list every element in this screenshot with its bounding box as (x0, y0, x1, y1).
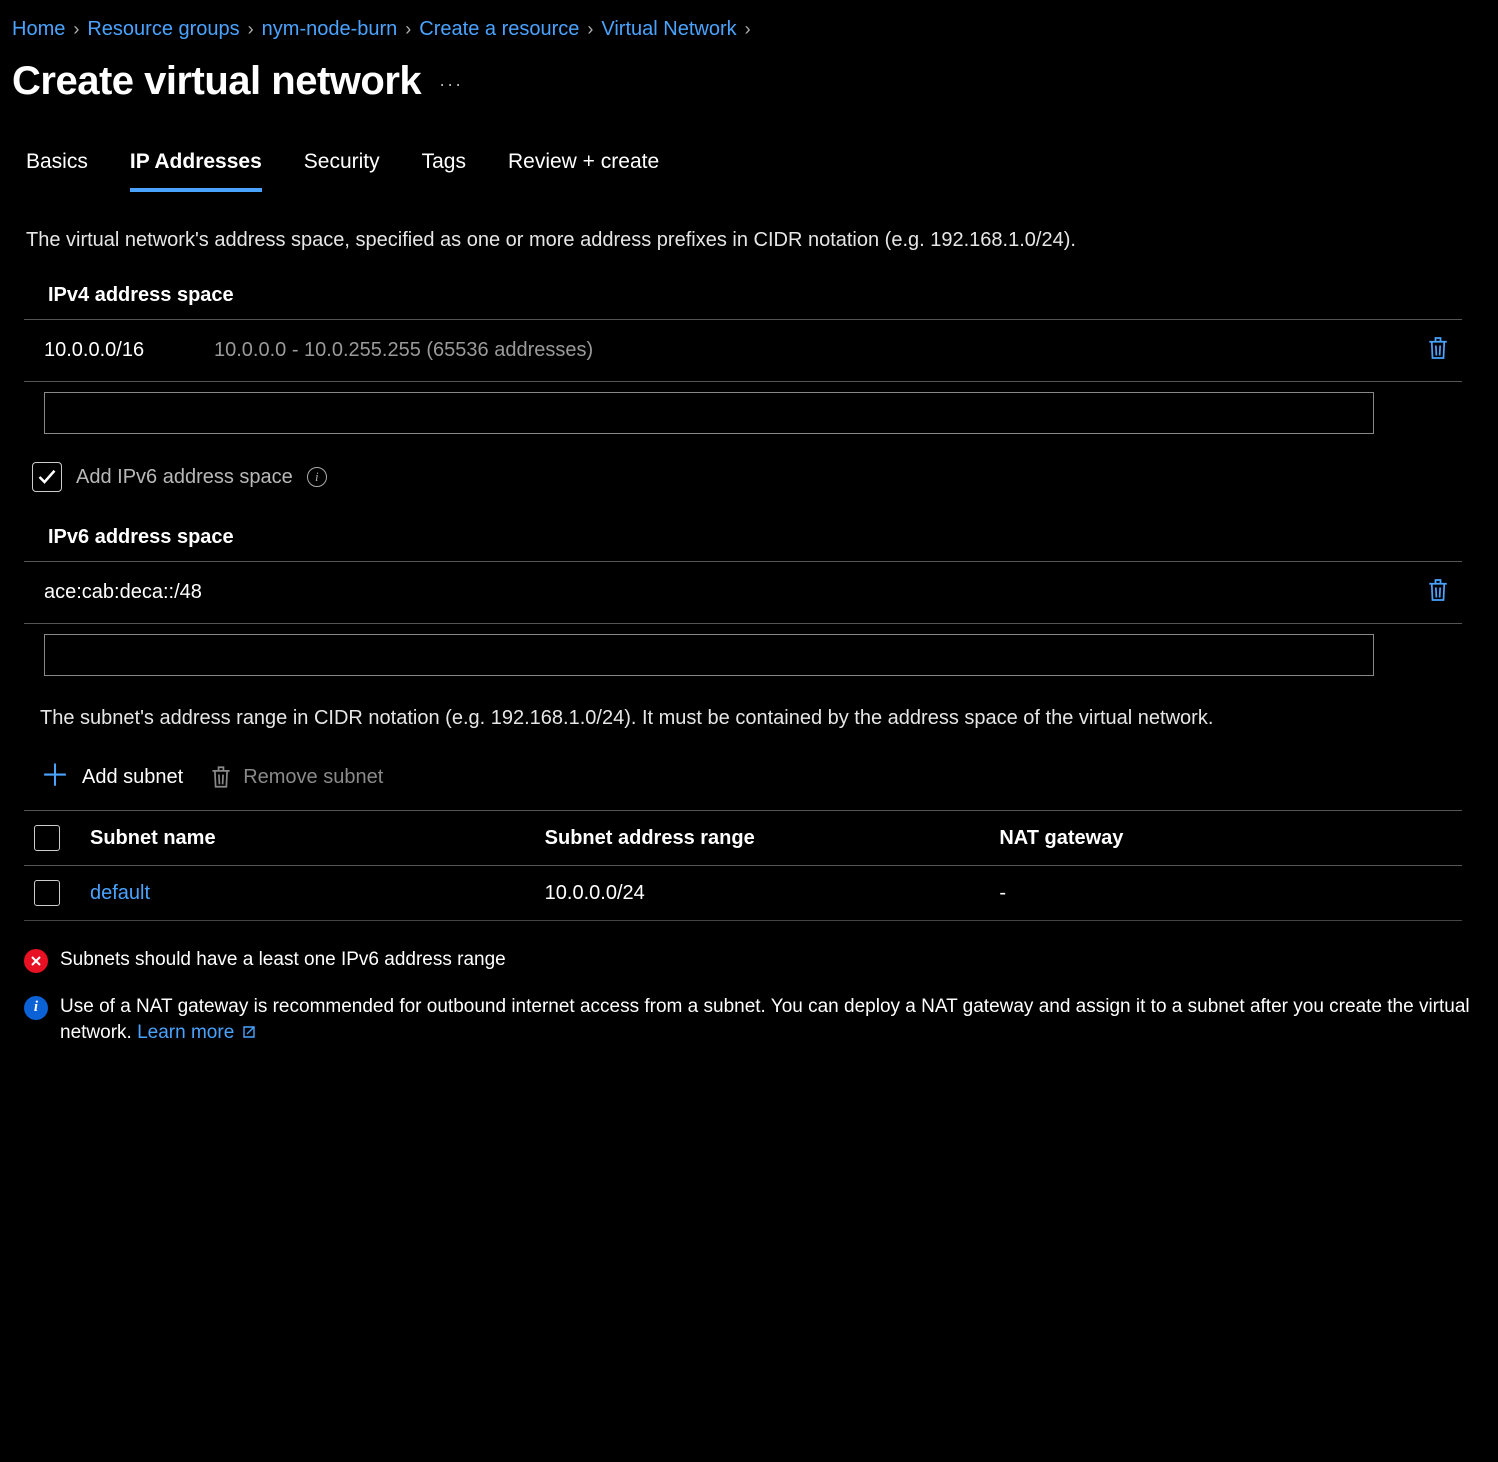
learn-more-link[interactable]: Learn more (137, 1022, 255, 1043)
add-subnet-button[interactable]: ＋ Add subnet (40, 762, 183, 792)
subnet-table-header: Subnet name Subnet address range NAT gat… (24, 810, 1462, 866)
tab-basics[interactable]: Basics (26, 150, 88, 192)
table-row: default 10.0.0.0/24 - (24, 866, 1462, 921)
subnet-nat-value: - (999, 882, 1454, 905)
tab-security[interactable]: Security (304, 150, 380, 192)
trash-icon (1428, 578, 1448, 602)
ipv6-address-input[interactable] (44, 634, 1374, 676)
ipv4-address-hint: 10.0.0.0 - 10.0.255.255 (65536 addresses… (214, 339, 1418, 362)
select-all-checkbox[interactable] (34, 825, 60, 851)
delete-ipv4-button[interactable] (1418, 332, 1458, 369)
error-message: Subnets should have a least one IPv6 add… (24, 947, 1474, 974)
check-icon (37, 467, 57, 487)
ipv4-address-row: 10.0.0.0/16 10.0.0.0 - 10.0.255.255 (655… (24, 319, 1462, 382)
add-subnet-label: Add subnet (82, 766, 183, 789)
ipv6-address-row: ace:cab:deca::/48 (24, 561, 1462, 624)
info-text: Use of a NAT gateway is recommended for … (60, 994, 1474, 1047)
chevron-right-icon: › (248, 19, 254, 40)
info-icon[interactable]: i (307, 467, 327, 487)
breadcrumb-create-resource[interactable]: Create a resource (419, 18, 579, 41)
add-ipv6-checkbox[interactable] (32, 462, 62, 492)
ipv4-section-title: IPv4 address space (48, 284, 1474, 307)
subnet-range-value: 10.0.0.0/24 (545, 882, 1000, 905)
subnet-name-link[interactable]: default (90, 882, 150, 904)
trash-icon (1428, 336, 1448, 360)
subnet-description: The subnet's address range in CIDR notat… (40, 704, 1474, 732)
trash-icon (211, 766, 231, 788)
tab-ip-addresses[interactable]: IP Addresses (130, 150, 262, 192)
error-text: Subnets should have a least one IPv6 add… (60, 947, 506, 974)
info-message: i Use of a NAT gateway is recommended fo… (24, 994, 1474, 1047)
ipv6-address-value: ace:cab:deca::/48 (44, 581, 1418, 604)
remove-subnet-label: Remove subnet (243, 766, 383, 789)
page-title: Create virtual network (12, 59, 421, 104)
ipv4-description: The virtual network's address space, spe… (26, 226, 1466, 254)
plus-icon: ＋ (40, 762, 70, 792)
more-icon[interactable]: ··· (439, 68, 463, 95)
breadcrumb-virtual-network[interactable]: Virtual Network (601, 18, 736, 41)
col-nat-gateway: NAT gateway (999, 827, 1454, 850)
external-link-icon (242, 1025, 256, 1039)
delete-ipv6-button[interactable] (1418, 574, 1458, 611)
breadcrumb: Home › Resource groups › nym-node-burn ›… (12, 12, 1474, 45)
breadcrumb-nym-node-burn[interactable]: nym-node-burn (262, 18, 398, 41)
add-ipv6-label: Add IPv6 address space (76, 466, 293, 489)
row-checkbox[interactable] (34, 880, 60, 906)
tab-tags[interactable]: Tags (422, 150, 466, 192)
subnet-table: Subnet name Subnet address range NAT gat… (24, 810, 1462, 921)
tabs: Basics IP Addresses Security Tags Review… (12, 150, 1474, 192)
ipv4-address-value: 10.0.0.0/16 (44, 339, 214, 362)
remove-subnet-button[interactable]: Remove subnet (211, 766, 383, 789)
info-icon: i (24, 996, 48, 1020)
ipv4-address-input[interactable] (44, 392, 1374, 434)
tab-review-create[interactable]: Review + create (508, 150, 659, 192)
ipv6-section-title: IPv6 address space (48, 526, 1474, 549)
chevron-right-icon: › (405, 19, 411, 40)
col-subnet-range: Subnet address range (545, 827, 1000, 850)
chevron-right-icon: › (745, 19, 751, 40)
chevron-right-icon: › (587, 19, 593, 40)
breadcrumb-home[interactable]: Home (12, 18, 65, 41)
col-subnet-name: Subnet name (90, 827, 545, 850)
error-icon (24, 949, 48, 973)
chevron-right-icon: › (73, 19, 79, 40)
breadcrumb-resource-groups[interactable]: Resource groups (87, 18, 239, 41)
